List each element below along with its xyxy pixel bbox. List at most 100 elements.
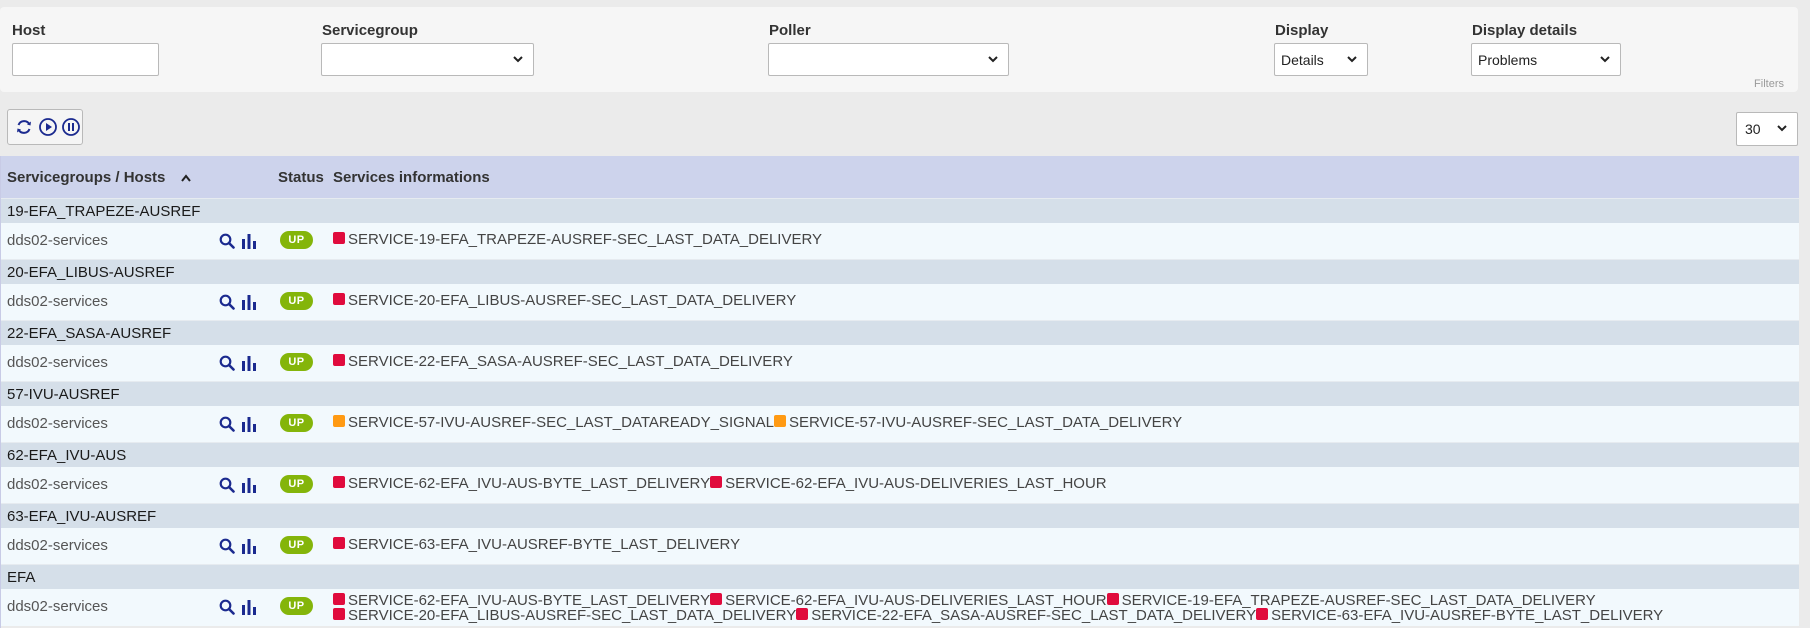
host-row: dds02-services UP SERVICE-20-EFA_LIBUS-AUS… <box>1 284 1799 320</box>
service-link[interactable]: SERVICE-62-EFA_IVU-AUS-BYTE_LAST_DELIVER… <box>333 475 710 492</box>
service-link[interactable]: SERVICE-22-EFA_SASA-AUSREF-SEC_LAST_DATA… <box>333 353 793 370</box>
bar-chart-icon[interactable] <box>241 233 257 253</box>
display-select[interactable]: Details <box>1274 43 1368 76</box>
refresh-button[interactable] <box>13 116 35 139</box>
status-badge: UP <box>280 597 313 615</box>
services-list: SERVICE-20-EFA_LIBUS-AUSREF-SEC_LAST_DAT… <box>333 293 1749 308</box>
bar-chart-icon[interactable] <box>241 294 257 314</box>
service-link[interactable]: SERVICE-63-EFA_IVU-AUSREF-BYTE_LAST_DELI… <box>1256 607 1663 624</box>
refresh-controls <box>7 109 83 145</box>
host-row: dds02-services UP SERVICE-19-EFA_TRAPEZE-A… <box>1 223 1799 259</box>
service-link[interactable]: SERVICE-63-EFA_IVU-AUSREF-BYTE_LAST_DELI… <box>333 536 740 553</box>
host-name: dds02-services <box>7 232 108 249</box>
search-icon[interactable] <box>219 599 235 619</box>
servicegroup-name: 63-EFA_IVU-AUSREF <box>7 508 157 525</box>
service-name: SERVICE-20-EFA_LIBUS-AUSREF-SEC_LAST_DAT… <box>348 292 797 309</box>
chevron-down-icon <box>513 56 523 63</box>
servicegroup-name: 20-EFA_LIBUS-AUSREF <box>7 264 175 281</box>
service-link[interactable]: SERVICE-20-EFA_LIBUS-AUSREF-SEC_LAST_DAT… <box>333 607 796 624</box>
host-name: dds02-services <box>7 598 108 615</box>
service-link[interactable]: SERVICE-20-EFA_LIBUS-AUSREF-SEC_LAST_DAT… <box>333 292 796 309</box>
results-limit-value: 30 <box>1745 121 1761 137</box>
services-list: SERVICE-63-EFA_IVU-AUSREF-BYTE_LAST_DELI… <box>333 537 1749 552</box>
service-link[interactable]: SERVICE-62-EFA_IVU-AUS-DELIVERIES_LAST_H… <box>710 475 1107 492</box>
play-button[interactable] <box>37 116 59 139</box>
chevron-down-icon <box>1777 125 1787 132</box>
service-name: SERVICE-57-IVU-AUSREF-SEC_LAST_DATA_DELI… <box>788 414 1183 431</box>
service-status-indicator <box>1256 608 1269 620</box>
chevron-down-icon <box>1347 56 1357 63</box>
service-name: SERVICE-57-IVU-AUSREF-SEC_LAST_DATAREADY… <box>348 414 774 431</box>
results-limit-select[interactable]: 30 <box>1736 112 1798 146</box>
service-status-indicator <box>333 293 345 305</box>
bar-chart-icon[interactable] <box>241 477 257 497</box>
service-name: SERVICE-62-EFA_IVU-AUS-DELIVERIES_LAST_H… <box>725 475 1107 492</box>
service-status-indicator <box>333 537 345 549</box>
chevron-down-icon <box>988 56 998 63</box>
servicegroup-name: 22-EFA_SASA-AUSREF <box>7 325 172 342</box>
host-name: dds02-services <box>7 537 108 554</box>
host-row: dds02-services UP SERVICE-63-EFA_IVU-AUSRE… <box>1 528 1799 564</box>
sort-ascending-icon <box>180 174 191 182</box>
service-status-indicator <box>796 608 809 620</box>
service-name: SERVICE-63-EFA_IVU-AUSREF-BYTE_LAST_DELI… <box>348 536 741 553</box>
service-status-indicator <box>710 476 723 488</box>
search-icon[interactable] <box>219 355 235 375</box>
poller-select[interactable] <box>768 43 1009 76</box>
bar-chart-icon[interactable] <box>241 538 257 558</box>
display-details-select-value: Problems <box>1478 51 1538 68</box>
status-badge: UP <box>280 292 313 310</box>
display-details-select[interactable]: Problems <box>1471 43 1621 76</box>
bar-chart-icon[interactable] <box>241 416 257 436</box>
play-icon <box>38 118 57 136</box>
bar-chart-icon[interactable] <box>241 599 257 619</box>
servicegroup-name: 19-EFA_TRAPEZE-AUSREF <box>7 203 201 220</box>
servicegroup-row: 62-EFA_IVU-AUS <box>1 442 1799 467</box>
service-link[interactable]: SERVICE-57-IVU-AUSREF-SEC_LAST_DATA_DELI… <box>773 414 1183 431</box>
column-header-status[interactable]: Status <box>278 169 324 186</box>
bar-chart-icon[interactable] <box>241 355 257 375</box>
services-list: SERVICE-62-EFA_IVU-AUS-BYTE_LAST_DELIVER… <box>333 476 1749 491</box>
search-icon[interactable] <box>219 294 235 314</box>
services-list: SERVICE-19-EFA_TRAPEZE-AUSREF-SEC_LAST_D… <box>333 232 1749 247</box>
service-name: SERVICE-20-EFA_LIBUS-AUSREF-SEC_LAST_DAT… <box>348 607 797 624</box>
chevron-down-icon <box>1600 56 1610 63</box>
service-status-indicator <box>333 593 345 605</box>
servicegroup-row: 63-EFA_IVU-AUSREF <box>1 503 1799 528</box>
service-name: SERVICE-19-EFA_TRAPEZE-AUSREF-SEC_LAST_D… <box>348 231 823 248</box>
status-badge: UP <box>280 536 313 554</box>
service-link[interactable]: SERVICE-19-EFA_TRAPEZE-AUSREF-SEC_LAST_D… <box>333 231 822 248</box>
refresh-icon <box>16 120 31 134</box>
search-icon[interactable] <box>219 233 235 253</box>
poller-filter-label: Poller <box>769 22 811 39</box>
column-header-servicegroups-hosts-label: Servicegroups / Hosts <box>7 169 166 186</box>
services-list: SERVICE-62-EFA_IVU-AUS-BYTE_LAST_DELIVER… <box>333 593 1749 623</box>
pause-icon <box>62 118 81 136</box>
host-row: dds02-services UP SERVICE-62-EFA_IVU-AUS-B… <box>1 467 1799 503</box>
table-body: 19-EFA_TRAPEZE-AUSREF dds02-services UP SER… <box>1 198 1799 626</box>
display-details-filter-label: Display details <box>1472 22 1578 39</box>
filters-panel: Host Servicegroup Poller Display Details… <box>0 7 1798 92</box>
services-table: Servicegroups / Hosts Status Services in… <box>0 156 1799 628</box>
servicegroup-filter-label: Servicegroup <box>322 22 418 39</box>
servicegroup-name: 62-EFA_IVU-AUS <box>7 447 127 464</box>
search-icon[interactable] <box>219 416 235 436</box>
filters-caption: Filters <box>1754 78 1784 90</box>
host-name: dds02-services <box>7 476 108 493</box>
column-header-services: Services informations <box>333 169 490 186</box>
table-header: Servicegroups / Hosts Status Services in… <box>1 156 1799 198</box>
status-badge: UP <box>280 475 313 493</box>
column-header-servicegroups-hosts[interactable]: Servicegroups / Hosts <box>7 169 192 186</box>
service-status-indicator <box>1106 593 1119 605</box>
host-filter-input[interactable] <box>12 43 159 76</box>
host-name: dds02-services <box>7 293 108 310</box>
search-icon[interactable] <box>219 538 235 558</box>
host-name: dds02-services <box>7 415 108 432</box>
servicegroup-select[interactable] <box>321 43 534 76</box>
service-link[interactable]: SERVICE-22-EFA_SASA-AUSREF-SEC_LAST_DATA… <box>796 607 1256 624</box>
search-icon[interactable] <box>219 477 235 497</box>
status-badge: UP <box>280 414 313 432</box>
service-link[interactable]: SERVICE-57-IVU-AUSREF-SEC_LAST_DATAREADY… <box>333 414 774 431</box>
pause-button[interactable] <box>60 116 82 139</box>
servicegroup-name: 57-IVU-AUSREF <box>7 386 120 403</box>
